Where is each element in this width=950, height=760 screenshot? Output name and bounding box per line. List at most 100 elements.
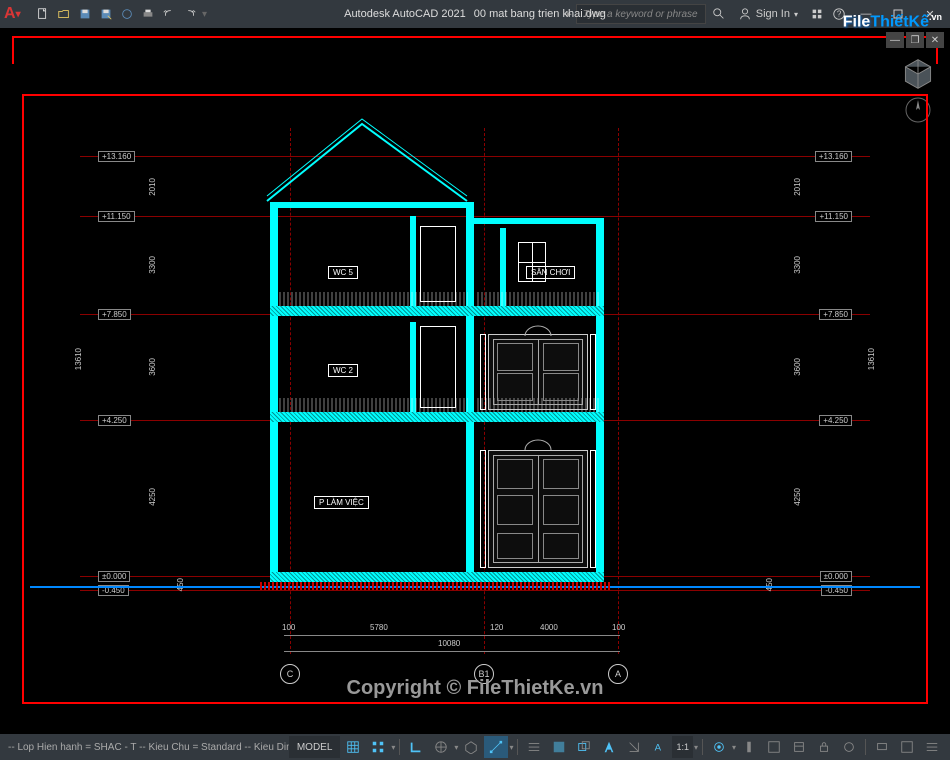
hardware-icon[interactable] [870,736,894,758]
open-icon[interactable] [55,5,73,23]
dim-text: 4250 [793,488,802,506]
copyright-text: Copyright © FileThietKe.vn [347,677,604,700]
elev-marker: ±0.000 [98,571,130,582]
window [518,242,546,282]
elev-marker: +13.160 [815,151,852,162]
lock-ui-icon[interactable] [812,736,836,758]
annotation-monitor-icon[interactable] [737,736,761,758]
floor-hatch [270,572,604,582]
new-icon[interactable] [34,5,52,23]
grid-icon[interactable] [341,736,365,758]
snap-icon[interactable] [366,736,390,758]
room-label-wc5: WC 5 [328,266,358,279]
drawing-frame-top [12,36,938,64]
inner-restore[interactable]: ❐ [906,32,924,48]
door-ground [488,450,588,568]
cycling-icon[interactable] [572,736,596,758]
elev-marker: +11.150 [815,211,852,222]
grid-line [618,128,619,654]
transparency-icon[interactable] [547,736,571,758]
dim-text: 100 [612,623,625,632]
web-icon[interactable] [118,5,136,23]
customize-icon[interactable] [920,736,944,758]
dim-text: 2010 [793,178,802,196]
wm-thiet: Thiết [870,13,908,30]
status-text: -- Lop Hien hanh = SHAC - T -- Kieu Chu … [0,742,289,753]
app-icon[interactable] [808,5,826,23]
inner-minimize[interactable]: — [886,32,904,48]
dim-text: 2010 [148,178,157,196]
room-label-wc2: WC 2 [328,364,358,377]
railing [476,292,600,306]
scale-button[interactable]: 1:1 [672,736,693,758]
foundation-hatch [260,582,610,590]
quick-access-toolbar: ▾ [34,5,207,23]
plot-icon[interactable] [139,5,157,23]
elev-marker: +11.150 [98,211,135,222]
dim-text: 3300 [148,256,157,274]
signin-button[interactable]: Sign In ▾ [738,7,798,21]
title-bar: A ▾ ▾ Autodesk AutoCAD 2021 00 mat bang … [0,0,950,28]
status-bar: -- Lop Hien hanh = SHAC - T -- Kieu Chu … [0,734,950,760]
redo-icon[interactable] [181,5,199,23]
lineweight-icon[interactable] [522,736,546,758]
polar-icon[interactable] [429,736,453,758]
dim-text: 13610 [74,348,83,370]
interior-door [420,226,456,302]
isodraft-icon[interactable] [459,736,483,758]
units-icon[interactable] [762,736,786,758]
model-button[interactable]: MODEL [289,736,341,758]
elev-marker: +7.850 [819,309,852,320]
building-section: WC 5 SÂN CHƠI WC 2 P LÀM VIỆC [270,146,610,606]
workspace-icon[interactable] [707,736,731,758]
dim-text: 100 [282,623,295,632]
dim-text: 4000 [540,623,558,632]
dim-text: 3600 [793,358,802,376]
saveas-icon[interactable] [97,5,115,23]
app-logo[interactable]: A ▾ [4,3,26,25]
inner-close[interactable]: ✕ [926,32,944,48]
door-ornament [524,324,552,336]
dim-line [284,635,620,636]
title-center: Autodesk AutoCAD 2021 00 mat bang trien … [344,8,606,20]
elev-marker: ±0.000 [820,571,852,582]
isolate-icon[interactable] [837,736,861,758]
wm-ke: Kế [909,13,929,30]
signin-label: Sign In [756,8,790,20]
column [480,334,486,410]
wall [466,202,474,582]
dim-text: 3300 [793,256,802,274]
svg-text:A: A [655,743,662,754]
dim-text: 450 [176,578,185,591]
autoscale-icon[interactable]: A [647,736,671,758]
dim-text: 5780 [370,623,388,632]
drawing-canvas[interactable]: +13.160 +11.150 +7.850 +4.250 ±0.000 -0.… [0,28,950,734]
elev-marker: +4.250 [98,415,131,426]
door-middle [488,334,588,410]
app-name: Autodesk AutoCAD 2021 [344,8,466,20]
interior-door [420,326,456,408]
save-icon[interactable] [76,5,94,23]
dim-text: 3600 [148,358,157,376]
undo-icon[interactable] [160,5,178,23]
floor-hatch [270,306,604,316]
dim-text: 450 [765,578,774,591]
dim-line [284,651,620,652]
ortho-icon[interactable] [404,736,428,758]
elev-marker: +7.850 [98,309,131,320]
axis-bubble-a: A [608,664,628,684]
floor-hatch [270,412,604,422]
ceiling [270,202,474,208]
quickprops-icon[interactable] [787,736,811,758]
dim-text: 120 [490,623,503,632]
column [590,334,596,410]
nav-cube[interactable] [900,56,936,92]
dim-text: 13610 [867,348,876,370]
search-icon[interactable] [710,5,728,23]
annoscale-icon[interactable] [622,736,646,758]
cleanscreen-icon[interactable] [895,736,919,758]
room-label-plamviec: P LÀM VIỆC [314,496,369,509]
osnap-icon[interactable] [484,736,508,758]
annotation-icon[interactable] [597,736,621,758]
dim-text: 10080 [438,639,460,648]
